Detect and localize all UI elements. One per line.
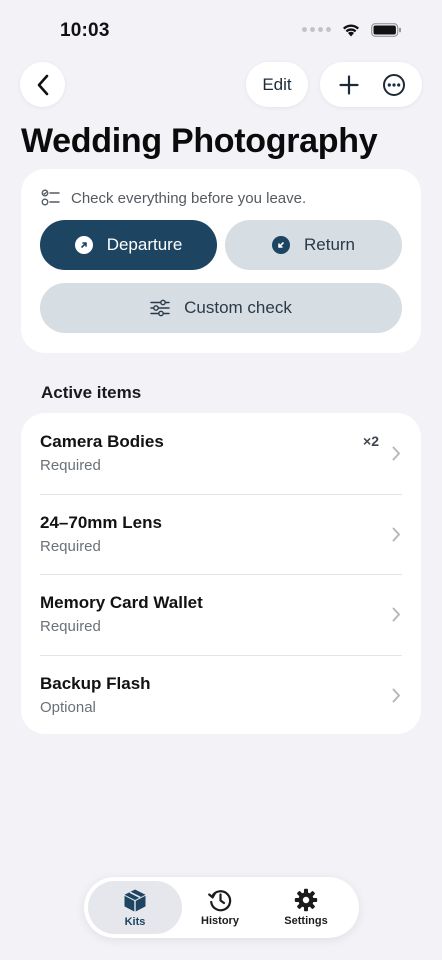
item-name: Camera Bodies [40, 432, 164, 451]
cellular-signal-icon [302, 27, 331, 32]
departure-label: Departure [106, 235, 183, 254]
section-title-active: Active items [41, 383, 142, 402]
return-button[interactable]: Return [225, 220, 402, 270]
arrow-down-left-circle-icon [271, 236, 290, 254]
chevron-left-icon [37, 74, 48, 95]
check-card: Check everything before you leave. Depar… [21, 169, 421, 353]
custom-check-button[interactable]: Custom check [40, 283, 402, 333]
tab-kits-label: Kits [124, 915, 146, 928]
plus-icon [338, 74, 359, 95]
checklist-icon [41, 189, 60, 206]
list-item[interactable]: 24–70mm Lens Required [21, 493, 421, 575]
tab-history[interactable]: History [174, 881, 266, 934]
chevron-right-icon [392, 446, 400, 461]
tab-settings-label: Settings [284, 915, 328, 927]
item-status: Required [40, 537, 101, 555]
add-button[interactable] [329, 65, 369, 105]
custom-check-label: Custom check [184, 298, 292, 317]
battery-icon [371, 22, 401, 37]
gear-icon [294, 888, 318, 912]
chevron-right-icon [392, 527, 400, 541]
sliders-icon [150, 299, 170, 317]
nav-actions [320, 62, 422, 107]
wifi-icon [343, 24, 359, 37]
tab-settings[interactable]: Settings [260, 881, 352, 934]
list-item[interactable]: Backup Flash Optional [21, 654, 421, 735]
check-hint-text: Check everything before you leave. [71, 189, 307, 207]
list-item[interactable]: Camera Bodies Required ×2 [21, 413, 421, 494]
back-button[interactable] [20, 62, 65, 107]
more-button[interactable] [374, 65, 414, 105]
item-status: Required [40, 457, 101, 474]
list-item[interactable]: Memory Card Wallet Required [21, 574, 421, 655]
box-icon [124, 889, 146, 911]
tab-history-label: History [201, 915, 239, 927]
status-time: 10:03 [60, 20, 110, 41]
tab-kits[interactable]: Kits [88, 881, 182, 934]
item-quantity: ×2 [363, 433, 379, 449]
items-list: Camera Bodies Required ×2 24–70mm Lens R… [21, 413, 421, 734]
chevron-right-icon [392, 688, 400, 702]
clock-history-icon [208, 890, 232, 912]
check-hint: Check everything before you leave. [41, 189, 306, 207]
tab-bar: Kits History Settings [84, 877, 359, 938]
status-indicators [302, 22, 402, 37]
return-label: Return [303, 235, 356, 254]
page-title: Wedding Photography [21, 122, 378, 160]
departure-button[interactable]: Departure [40, 220, 217, 270]
screen: 10:03 Edit Wedding Photography Check eve… [0, 0, 442, 960]
edit-button[interactable]: Edit [246, 62, 308, 107]
item-name: Memory Card Wallet [40, 593, 203, 612]
item-name: Backup Flash [40, 673, 151, 693]
chevron-right-icon [392, 607, 400, 622]
ellipsis-circle-icon [382, 73, 405, 96]
item-status: Optional [40, 698, 96, 716]
item-status: Required [40, 618, 101, 635]
arrow-up-right-circle-icon [74, 236, 93, 254]
item-name: 24–70mm Lens [40, 512, 162, 532]
